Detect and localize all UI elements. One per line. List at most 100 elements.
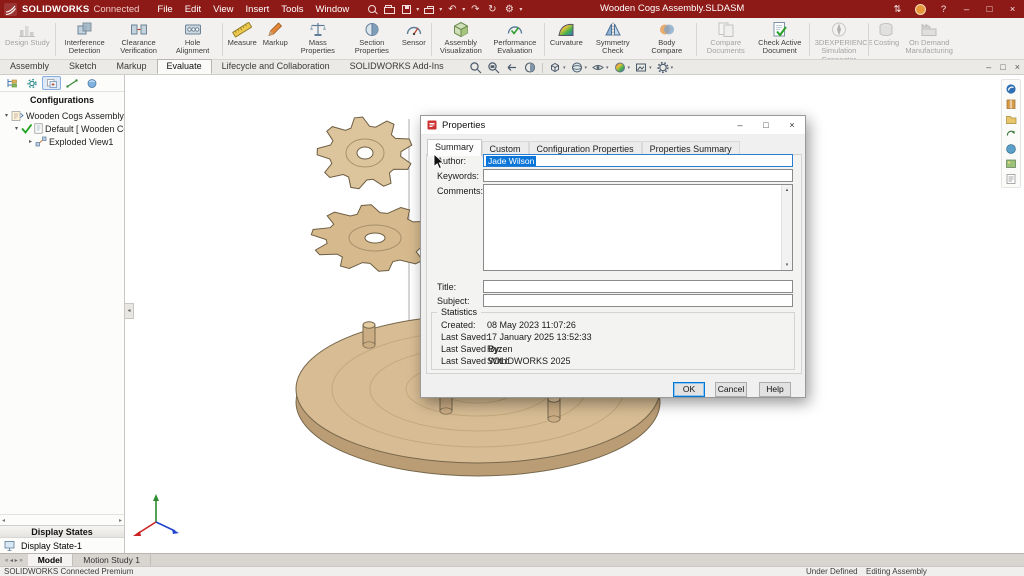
ribbon-tool-assembly-visualization[interactable]: Assembly Visualization	[434, 19, 488, 59]
tab-markup[interactable]: Markup	[107, 59, 157, 74]
save-dropdown-caret[interactable]: ▾	[416, 6, 419, 13]
doc-minimize-icon[interactable]: –	[986, 62, 991, 72]
menu-insert[interactable]: Insert	[240, 2, 276, 17]
previous-view-icon[interactable]	[504, 61, 520, 75]
view-orientation-icon[interactable]: ▾	[547, 61, 567, 75]
comments-scrollbar[interactable]: ▴▾	[781, 185, 792, 270]
ribbon-tool-markup[interactable]: Markup	[260, 19, 291, 59]
rebuild-icon[interactable]: ↻	[485, 2, 499, 16]
dialog-titlebar[interactable]: Properties – □ ×	[421, 116, 805, 135]
menu-window[interactable]: Window	[309, 2, 355, 17]
ribbon-tool-costing[interactable]: Costing	[871, 19, 902, 59]
author-input[interactable]: Jade Wilson	[483, 154, 793, 167]
subject-input[interactable]	[483, 294, 793, 307]
apply-scene-icon[interactable]: ▾	[633, 61, 653, 75]
tab-model[interactable]: Model	[28, 554, 74, 566]
tree-item-default-configuration[interactable]: ▾ Default [ Wooden Cogs A	[0, 122, 124, 135]
comments-textarea[interactable]: ▴▾	[483, 184, 793, 271]
title-input[interactable]	[483, 280, 793, 293]
menu-view[interactable]: View	[207, 2, 239, 17]
configuration-manager-tab-icon[interactable]	[42, 76, 61, 90]
undo-icon[interactable]: ↶	[445, 2, 459, 16]
edit-appearance-icon[interactable]: ▾	[612, 61, 632, 75]
hide-show-items-icon[interactable]: ▾	[590, 61, 610, 75]
dialog-minimize-button[interactable]: –	[727, 116, 753, 135]
redo-icon[interactable]: ↷	[468, 2, 482, 16]
collapsed-caret-icon[interactable]: ▸	[26, 138, 35, 145]
options-icon[interactable]: ⚙	[502, 2, 516, 16]
options-dropdown-caret[interactable]: ▾	[519, 6, 522, 13]
dialog-close-button[interactable]: ×	[779, 116, 805, 135]
ribbon-tool-body-compare[interactable]: Body Compare	[640, 19, 694, 59]
sync-status-icon[interactable]	[1003, 127, 1019, 140]
ribbon-tool-3dexperience-simulation-connector[interactable]: 3DEXPERIENCE Simulation Connector	[812, 19, 866, 59]
ribbon-tool-sensor[interactable]: Sensor	[399, 19, 429, 59]
panel-collapse-handle[interactable]: ◂	[125, 303, 134, 319]
ribbon-tool-symmetry-check[interactable]: Symmetry Check	[586, 19, 640, 59]
keywords-input[interactable]	[483, 169, 793, 182]
help-icon[interactable]: ?	[932, 4, 955, 15]
dimxpert-manager-tab-icon[interactable]	[62, 76, 81, 90]
cancel-button[interactable]: Cancel	[715, 382, 747, 397]
doc-restore-icon[interactable]: □	[1000, 62, 1005, 72]
doc-close-icon[interactable]: ×	[1015, 62, 1020, 72]
scroll-left-icon[interactable]: ◂	[2, 517, 5, 524]
minimize-button[interactable]: –	[955, 4, 978, 15]
maximize-button[interactable]: □	[978, 4, 1001, 15]
menu-tools[interactable]: Tools	[275, 2, 309, 17]
ribbon-tool-compare-documents[interactable]: Compare Documents	[699, 19, 753, 59]
ribbon-tool-design-study[interactable]: Design Study	[2, 19, 53, 59]
3dexperience-icon[interactable]	[1003, 82, 1019, 95]
display-style-icon[interactable]: ▾	[569, 61, 589, 75]
tab-sketch[interactable]: Sketch	[59, 59, 107, 74]
tab-solidworks-add-ins[interactable]: SOLIDWORKS Add-Ins	[340, 59, 454, 74]
expand-caret-icon[interactable]: ▾	[12, 125, 21, 132]
undo-dropdown-caret[interactable]: ▾	[462, 6, 465, 13]
tab-assembly[interactable]: Assembly	[0, 59, 59, 74]
zoom-area-icon[interactable]	[486, 61, 502, 75]
search-icon[interactable]	[365, 2, 379, 16]
display-manager-tab-icon[interactable]	[82, 76, 101, 90]
ribbon-tool-check-active-document[interactable]: Check Active Document	[753, 19, 807, 59]
print-dropdown-caret[interactable]: ▾	[439, 6, 442, 13]
tree-item-configuration-root[interactable]: ▾ Wooden Cogs Assembly Configu	[0, 109, 124, 122]
property-manager-tab-icon[interactable]	[22, 76, 41, 90]
scroll-right-icon[interactable]: ▸	[119, 517, 122, 524]
panel-horizontal-scrollbar[interactable]: ◂ ▸	[0, 514, 124, 525]
print-icon[interactable]	[422, 2, 436, 16]
section-view-icon[interactable]	[522, 61, 538, 75]
ribbon-tool-mass-properties[interactable]: Mass Properties	[291, 19, 345, 59]
scenes-icon[interactable]	[1003, 157, 1019, 170]
tree-item-exploded-view[interactable]: ▸ Exploded View1	[0, 135, 124, 148]
feature-tree-tab-icon[interactable]	[2, 76, 21, 90]
scroll-up-icon[interactable]: ▴	[786, 187, 789, 193]
tab-evaluate[interactable]: Evaluate	[157, 59, 212, 74]
ribbon-tool-hole-alignment[interactable]: Hole Alignment	[166, 19, 220, 59]
ribbon-tool-on-demand-manufacturing[interactable]: On Demand Manufacturing	[902, 19, 956, 59]
tab-scroll-arrows[interactable]: « ◂ ▸ »	[0, 554, 28, 566]
file-explorer-icon[interactable]	[1003, 112, 1019, 125]
ribbon-tool-measure[interactable]: Measure	[225, 19, 260, 59]
design-library-icon[interactable]	[1003, 97, 1019, 110]
appearances-icon[interactable]	[1003, 142, 1019, 155]
expand-caret-icon[interactable]: ▾	[2, 112, 11, 119]
close-button[interactable]: ×	[1001, 4, 1024, 15]
menu-edit[interactable]: Edit	[179, 2, 207, 17]
ribbon-tool-curvature[interactable]: Curvature	[547, 19, 586, 59]
ok-button[interactable]: OK	[673, 382, 705, 397]
display-state-item[interactable]: Display State-1	[0, 538, 124, 553]
ribbon-tool-clearance-verification[interactable]: Clearance Verification	[112, 19, 166, 59]
open-icon[interactable]	[382, 2, 396, 16]
menu-file[interactable]: File	[151, 2, 178, 17]
custom-properties-icon[interactable]	[1003, 172, 1019, 185]
sync-icon[interactable]: ⇅	[886, 4, 909, 15]
tab-lifecycle-and-collaboration[interactable]: Lifecycle and Collaboration	[212, 59, 340, 74]
ribbon-tool-section-properties[interactable]: Section Properties	[345, 19, 399, 59]
zoom-fit-icon[interactable]	[468, 61, 484, 75]
user-avatar[interactable]	[915, 4, 926, 15]
help-button[interactable]: Help	[759, 382, 791, 397]
scroll-down-icon[interactable]: ▾	[786, 262, 789, 268]
tab-motion-study-1[interactable]: Motion Study 1	[73, 554, 151, 566]
dialog-maximize-button[interactable]: □	[753, 116, 779, 135]
ribbon-tool-interference-detection[interactable]: Interference Detection	[58, 19, 112, 59]
